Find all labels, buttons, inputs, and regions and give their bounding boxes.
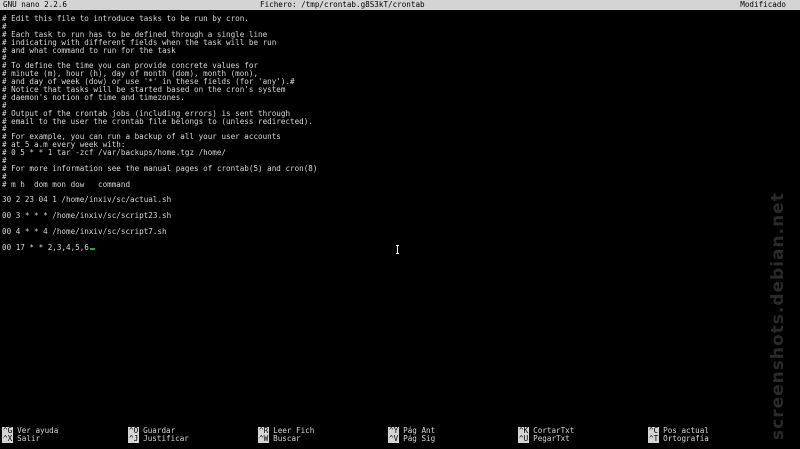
shortcut-key: ^T — [648, 434, 660, 443]
text-cursor-icon — [396, 245, 399, 254]
shortcut-key: ^X — [2, 434, 14, 443]
modified-status: Modificado — [740, 0, 786, 9]
editor-line[interactable]: # Edit this file to introduce tasks to b… — [2, 15, 782, 23]
shortcut-label: Ortografía — [663, 434, 709, 443]
shortcut-pegartxt[interactable]: ^U PegarTxt — [518, 435, 570, 443]
editor-line[interactable]: # daemon's notion of time and timezones. — [2, 94, 782, 102]
editor-line[interactable]: # email to the user the crontab file bel… — [2, 117, 782, 126]
editor-line[interactable]: # For more information see the manual pa… — [2, 165, 782, 173]
shortcut-key: ^W — [258, 434, 270, 443]
caret-icon — [89, 247, 95, 250]
shortcut-key: ^U — [518, 434, 530, 443]
watermark: screenshots.debian.net — [768, 192, 800, 440]
editor-line[interactable]: # 0 5 * * 1 tar -zcf /var/backups/home.t… — [2, 149, 782, 157]
shortcut-buscar[interactable]: ^W Buscar — [258, 435, 301, 443]
shortcut-label: PegarTxt — [533, 434, 570, 443]
shortcut-label: Salir — [17, 434, 41, 443]
watermark-text: screenshots.debian.net — [768, 192, 788, 440]
editor-line[interactable]: 00 17 * * 2,3,4,5,6 — [2, 243, 782, 252]
editor-line[interactable]: # and what command to run for the task — [2, 46, 782, 55]
shortcut-key: ^V — [388, 434, 400, 443]
editor-line[interactable]: 00 3 * * * /home/inxiv/sc/script23.sh — [2, 212, 782, 220]
shortcut-p-g-sig[interactable]: ^V Pág Sig — [388, 435, 435, 443]
editor-line[interactable]: 00 4 * * 4 /home/inxiv/sc/script7.sh — [2, 228, 782, 236]
editor-line[interactable]: # m h dom mon dow command — [2, 180, 782, 189]
editor-line[interactable] — [2, 236, 782, 244]
title-bar: GNU nano 2.2.6 Fichero: /tmp/crontab.g8S… — [0, 0, 800, 10]
shortcut-key: ^J — [128, 434, 140, 443]
shortcut-salir[interactable]: ^X Salir — [2, 435, 40, 443]
shortcut-label: Pág Sig — [403, 434, 436, 443]
shortcut-label: Buscar — [273, 434, 301, 443]
editor-line[interactable]: 30 2 23 04 1 /home/inxiv/sc/actual.sh — [2, 196, 782, 204]
app-version: GNU nano 2.2.6 — [3, 0, 68, 9]
shortcut-ortograf-a[interactable]: ^T Ortografía — [648, 435, 709, 443]
file-path: Fichero: /tmp/crontab.g8S3kT/crontab — [260, 0, 425, 9]
shortcut-justificar[interactable]: ^J Justificar — [128, 435, 189, 443]
shortcut-label: Justificar — [143, 434, 189, 443]
shortcut-bar: ^G Ver ayuda ^O Guardar ^R Leer Fich ^Y Pág Ant… — [0, 427, 780, 443]
text-editor-area[interactable]: # Edit this file to introduce tasks to b… — [2, 15, 782, 252]
